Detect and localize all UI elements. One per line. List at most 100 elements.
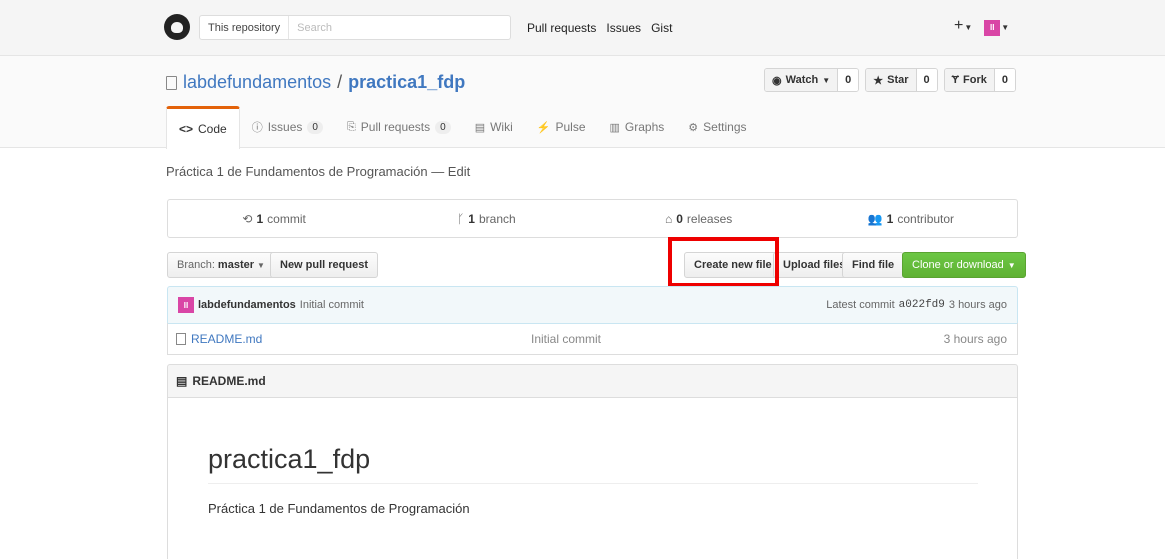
- readme-paragraph: Práctica 1 de Fundamentos de Programació…: [208, 501, 470, 516]
- find-file-button[interactable]: Find file: [842, 252, 905, 278]
- file-age: 3 hours ago: [943, 331, 1007, 346]
- nav-pull-requests[interactable]: Pull requests: [527, 21, 596, 35]
- people-icon: 👥: [867, 211, 883, 226]
- tab-label: Wiki: [490, 120, 513, 134]
- search-input[interactable]: Search: [289, 22, 332, 34]
- avatar: II: [178, 297, 194, 313]
- pull-requests-counter: 0: [435, 120, 451, 134]
- avatar: II: [984, 19, 1001, 36]
- tab-pulse[interactable]: ⚡ Pulse: [525, 106, 598, 148]
- repo-actions: ◉ Watch ▼ 0 ★ Star 0 Ɏ Fork 0: [764, 68, 1016, 92]
- fork-count[interactable]: 0: [993, 69, 1015, 91]
- chevron-down-icon: ▼: [257, 260, 265, 270]
- readme-filename: README.md: [192, 374, 266, 388]
- search-scope-label: This repository: [200, 16, 290, 39]
- star-count[interactable]: 0: [915, 69, 937, 91]
- fork-button[interactable]: Ɏ Fork 0: [943, 68, 1016, 92]
- commits-label: commit: [267, 211, 306, 226]
- branch-icon: ᚴ: [457, 211, 465, 226]
- github-logo-icon[interactable]: [164, 14, 190, 40]
- chevron-down-icon: ▼: [1007, 260, 1016, 270]
- tab-label: Graphs: [624, 120, 665, 134]
- commit-sha-link[interactable]: a022fd9: [899, 299, 945, 311]
- search-field[interactable]: This repository Search: [199, 15, 511, 40]
- tab-settings[interactable]: ⚙ Settings: [676, 106, 758, 148]
- nav-gist[interactable]: Gist: [651, 21, 672, 35]
- readme-heading: practica1_fdp: [208, 444, 978, 484]
- commits-link[interactable]: ⟲ 1 commit: [168, 200, 380, 237]
- star-label: Star: [887, 74, 909, 86]
- contributors-count: 1: [886, 211, 894, 226]
- watch-count[interactable]: 0: [837, 69, 859, 91]
- repo-icon: [166, 75, 177, 90]
- commit-age: 3 hours ago: [948, 299, 1007, 311]
- repo-name-link[interactable]: practica1_fdp: [348, 72, 465, 93]
- highlight-box: [668, 237, 779, 287]
- commit-meta: Latest commit a022fd9 3 hours ago: [826, 299, 1007, 311]
- contributors-link[interactable]: 👥 1 contributor: [805, 200, 1017, 237]
- book-icon: ▤: [474, 121, 486, 134]
- tab-pull-requests[interactable]: ⎘ Pull requests 0: [335, 106, 463, 148]
- header-nav: Pull requests Issues Gist: [527, 21, 672, 35]
- releases-count: 0: [676, 211, 683, 226]
- readme-body: practica1_fdp Práctica 1 de Fundamentos …: [167, 397, 1018, 559]
- create-menu-button[interactable]: +▼: [954, 17, 972, 35]
- gear-icon: ⚙: [688, 121, 699, 134]
- issue-icon: ⓘ: [251, 122, 263, 134]
- clone-label: Clone or download: [912, 259, 1004, 271]
- clone-download-button[interactable]: Clone or download ▼: [902, 252, 1026, 278]
- file-icon: [176, 332, 186, 345]
- chevron-down-icon: ▼: [964, 23, 973, 33]
- tab-label: Pulse: [555, 120, 586, 134]
- latest-commit-label: Latest commit: [826, 299, 895, 311]
- repo-description: Práctica 1 de Fundamentos de Programació…: [166, 164, 471, 179]
- tab-label: Code: [198, 122, 227, 136]
- nav-issues[interactable]: Issues: [606, 21, 641, 35]
- history-icon: ⟲: [242, 211, 253, 226]
- tag-icon: ⌂: [664, 211, 673, 226]
- commits-count: 1: [256, 211, 264, 226]
- graph-icon: ▥: [609, 121, 620, 134]
- pulse-icon: ⚡: [536, 121, 551, 134]
- branch-select[interactable]: Branch: master ▼: [167, 252, 275, 278]
- releases-label: releases: [686, 211, 733, 226]
- repo-tabs: <> Code ⓘ Issues 0 ⎘ Pull requests 0 ▤ Wiki ⚡ P…: [166, 106, 759, 149]
- commit-author-link[interactable]: labdefundamentos: [198, 299, 296, 311]
- code-icon: <>: [179, 122, 194, 136]
- repo-header: labdefundamentos / practica1_fdp ◉ Watch ▼…: [0, 56, 1165, 149]
- book-icon: ▤: [176, 374, 188, 388]
- watch-label: Watch: [785, 74, 819, 86]
- repo-owner-link[interactable]: labdefundamentos: [183, 72, 331, 93]
- tab-graphs[interactable]: ▥ Graphs: [598, 106, 677, 148]
- releases-link[interactable]: ⌂ 0 releases: [593, 200, 805, 237]
- table-row: README.md Initial commit 3 hours ago: [167, 323, 1018, 355]
- branch-name: master: [217, 259, 254, 271]
- fork-icon: Ɏ: [951, 74, 959, 86]
- repo-separator: /: [337, 72, 343, 92]
- branch-label: Branch:: [177, 259, 215, 271]
- tab-label: Issues: [267, 120, 303, 134]
- user-menu-button[interactable]: II ▼: [984, 17, 1009, 36]
- tab-label: Settings: [703, 120, 747, 134]
- fork-label: Fork: [963, 74, 987, 86]
- file-name-link[interactable]: README.md: [191, 332, 262, 346]
- star-button[interactable]: ★ Star 0: [865, 68, 938, 92]
- branches-count: 1: [468, 211, 475, 226]
- star-icon: ★: [873, 74, 884, 87]
- chevron-down-icon: ▼: [1001, 23, 1010, 32]
- file-commit-message-link[interactable]: Initial commit: [531, 332, 601, 346]
- pull-request-icon: ⎘: [346, 120, 356, 133]
- new-pull-request-button[interactable]: New pull request: [270, 252, 379, 278]
- issues-counter: 0: [307, 120, 323, 134]
- eye-icon: ◉: [772, 74, 782, 87]
- watch-button[interactable]: ◉ Watch ▼ 0: [764, 68, 860, 92]
- tab-wiki[interactable]: ▤ Wiki: [463, 106, 525, 148]
- commit-message-link[interactable]: Initial commit: [300, 299, 364, 311]
- tab-issues[interactable]: ⓘ Issues 0: [240, 106, 335, 148]
- branches-label: branch: [478, 211, 516, 226]
- branches-link[interactable]: ᚴ 1 branch: [380, 200, 592, 237]
- header-user-menu: +▼ II ▼: [954, 17, 1009, 36]
- top-header: This repository Search Pull requests Iss…: [0, 0, 1165, 56]
- tab-code[interactable]: <> Code: [166, 106, 240, 149]
- contributors-label: contributor: [897, 211, 955, 226]
